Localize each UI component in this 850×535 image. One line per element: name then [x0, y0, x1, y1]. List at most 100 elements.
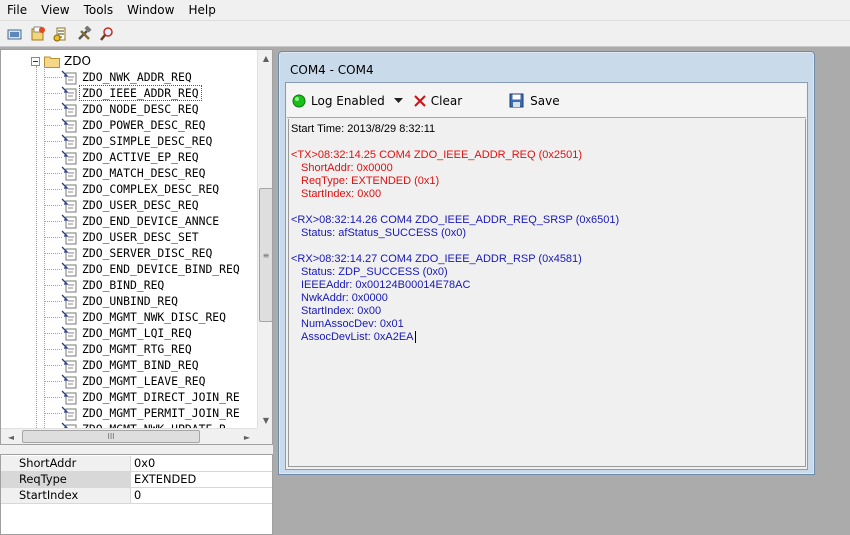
tree-guide-line — [44, 365, 62, 366]
tree-item[interactable]: ZDO_MGMT_BIND_REQ — [61, 357, 201, 373]
tree-item[interactable]: ZDO_ACTIVE_EP_REQ — [61, 149, 201, 165]
tree-item-label: ZDO_POWER_DESC_REQ — [82, 118, 206, 132]
tree-guide-line — [44, 237, 62, 238]
property-row-startindex[interactable]: StartIndex 0 — [1, 488, 272, 504]
tree-item[interactable]: ZDO_COMPLEX_DESC_REQ — [61, 181, 221, 197]
tree-item[interactable]: ZDO_USER_DESC_REQ — [61, 197, 201, 213]
tree-folder-zdo[interactable]: ZDO — [31, 54, 91, 68]
tree-guide-line — [44, 221, 62, 222]
text-caret — [414, 331, 416, 344]
tree-item-label: ZDO_UNBIND_REQ — [82, 294, 179, 308]
tree-item[interactable]: ZDO_MGMT_DIRECT_JOIN_RE — [61, 389, 242, 405]
panel-splitter[interactable] — [0, 445, 273, 454]
menu-view[interactable]: View — [34, 0, 76, 20]
menu-window[interactable]: Window — [120, 0, 181, 20]
load-icon[interactable] — [27, 23, 49, 45]
tree-item-label: ZDO_COMPLEX_DESC_REQ — [82, 182, 220, 196]
scroll-up-icon[interactable]: ▲ — [258, 50, 272, 66]
log-field: Status: afStatus_SUCCESS (0x0) — [291, 227, 805, 240]
log-field: StartIndex: 0x00 — [291, 305, 805, 318]
menu-file[interactable]: File — [0, 0, 34, 20]
tree-guide-line — [44, 141, 62, 142]
tools-icon[interactable] — [73, 23, 95, 45]
tree-item[interactable]: ZDO_NWK_ADDR_REQ — [61, 69, 194, 85]
tree-item[interactable]: ZDO_MGMT_LQI_REQ — [61, 325, 194, 341]
command-icon — [61, 102, 77, 116]
log-field: NumAssocDev: 0x01 — [291, 318, 805, 331]
scroll-right-icon[interactable]: ► — [239, 429, 255, 444]
tree-item[interactable]: ZDO_MATCH_DESC_REQ — [61, 165, 207, 181]
save-label: Save — [530, 93, 560, 108]
tree-item[interactable]: ZDO_MGMT_LEAVE_REQ — [61, 373, 207, 389]
tree-item[interactable]: ZDO_END_DEVICE_BIND_REQ — [61, 261, 242, 277]
command-icon — [61, 70, 77, 84]
tree-guide-line — [44, 381, 62, 382]
log-enabled-dropdown[interactable]: Log Enabled — [292, 90, 403, 112]
property-value-input[interactable]: 0x0 — [131, 456, 155, 471]
property-value-input[interactable]: EXTENDED — [131, 472, 196, 487]
tree-guide-line — [44, 349, 62, 350]
command-icon — [61, 326, 77, 340]
scroll-thumb-vertical[interactable]: ≡ — [259, 188, 272, 322]
tree-item-label: ZDO_IEEE_ADDR_REQ — [79, 85, 202, 101]
scroll-left-icon[interactable]: ◄ — [3, 429, 19, 444]
command-icon — [61, 198, 77, 212]
log-pane: Log Enabled Clear Save Start Time: 2013/… — [285, 82, 808, 470]
tree-item[interactable]: ZDO_MGMT_PERMIT_JOIN_RE — [61, 405, 242, 421]
tree-item[interactable]: ZDO_MGMT_NWK_UPDATE_R — [61, 421, 228, 428]
command-icon — [61, 150, 77, 164]
log-field: ReqType: EXTENDED (0x1) — [291, 175, 805, 188]
log-field-text: ReqType: EXTENDED (0x1) — [301, 175, 440, 187]
property-value-input[interactable]: 0 — [131, 488, 141, 503]
dropdown-arrow-icon[interactable] — [393, 97, 403, 104]
scrollbar-corner — [257, 428, 272, 444]
command-icon — [61, 358, 77, 372]
command-icon — [61, 230, 77, 244]
clear-label: Clear — [430, 93, 463, 108]
tree-item-label: ZDO_NODE_DESC_REQ — [82, 102, 199, 116]
log-field-text: NumAssocDev: 0x01 — [301, 318, 404, 330]
log-output[interactable]: Start Time: 2013/8/29 8:32:11 <TX>08:32:… — [288, 119, 806, 467]
scroll-thumb-horizontal[interactable]: III — [22, 430, 200, 443]
log-toolbar: Log Enabled Clear Save — [287, 84, 806, 118]
open-device-icon[interactable] — [4, 23, 26, 45]
tree-item[interactable]: ZDO_USER_DESC_SET — [61, 229, 201, 245]
clear-button[interactable]: Clear — [413, 90, 462, 112]
command-icon — [61, 342, 77, 356]
tree-guide-line — [44, 125, 62, 126]
command-tree-panel: ZDO ZDO_NWK_ADDR_REQ ZDO_IEEE_ADDR_REQ ZDO… — [0, 49, 273, 445]
tree-item[interactable]: ZDO_BIND_REQ — [61, 277, 166, 293]
tree-item-label: ZDO_USER_DESC_REQ — [82, 198, 199, 212]
log-enabled-label: Log Enabled — [311, 93, 385, 108]
tree-guide-line — [44, 333, 62, 334]
save-button[interactable]: Save — [509, 90, 560, 112]
menu-tools[interactable]: Tools — [77, 0, 121, 20]
tree-guide-line — [44, 413, 62, 414]
property-row-reqtype[interactable]: ReqType EXTENDED — [1, 472, 272, 488]
tree-guide-line — [44, 109, 62, 110]
command-icon — [61, 214, 77, 228]
tree-item[interactable]: ZDO_UNBIND_REQ — [61, 293, 180, 309]
tree-item-label: ZDO_BIND_REQ — [82, 278, 165, 292]
tree-guide-line — [44, 66, 45, 428]
tree-item[interactable]: ZDO_SERVER_DISC_REQ — [61, 245, 214, 261]
tree-item[interactable]: ZDO_MGMT_RTG_REQ — [61, 341, 194, 357]
tree-item[interactable]: ZDO_END_DEVICE_ANNCE — [61, 213, 221, 229]
property-row-shortaddr[interactable]: ShortAddr 0x0 — [1, 456, 272, 472]
log-field-text: Status: ZDP_SUCCESS (0x0) — [301, 266, 448, 278]
script-icon[interactable] — [50, 23, 72, 45]
scroll-down-icon[interactable]: ▼ — [258, 412, 272, 428]
tree-item[interactable]: ZDO_MGMT_NWK_DISC_REQ — [61, 309, 228, 325]
tree-item[interactable]: ZDO_SIMPLE_DESC_REQ — [61, 133, 214, 149]
menu-help[interactable]: Help — [181, 0, 222, 20]
tree-item[interactable]: ZDO_IEEE_ADDR_REQ — [61, 85, 202, 101]
tree-item[interactable]: ZDO_POWER_DESC_REQ — [61, 117, 207, 133]
find-device-icon[interactable] — [96, 23, 118, 45]
command-icon — [61, 310, 77, 324]
tree-item[interactable]: ZDO_NODE_DESC_REQ — [61, 101, 201, 117]
tree-vertical-scrollbar[interactable]: ▲ ≡ ▼ — [257, 50, 272, 428]
tree-guide-line — [44, 157, 62, 158]
tree-guide-line — [44, 77, 62, 78]
tree-horizontal-scrollbar[interactable]: ◄ III ► — [1, 428, 257, 444]
collapse-icon[interactable] — [31, 56, 40, 66]
